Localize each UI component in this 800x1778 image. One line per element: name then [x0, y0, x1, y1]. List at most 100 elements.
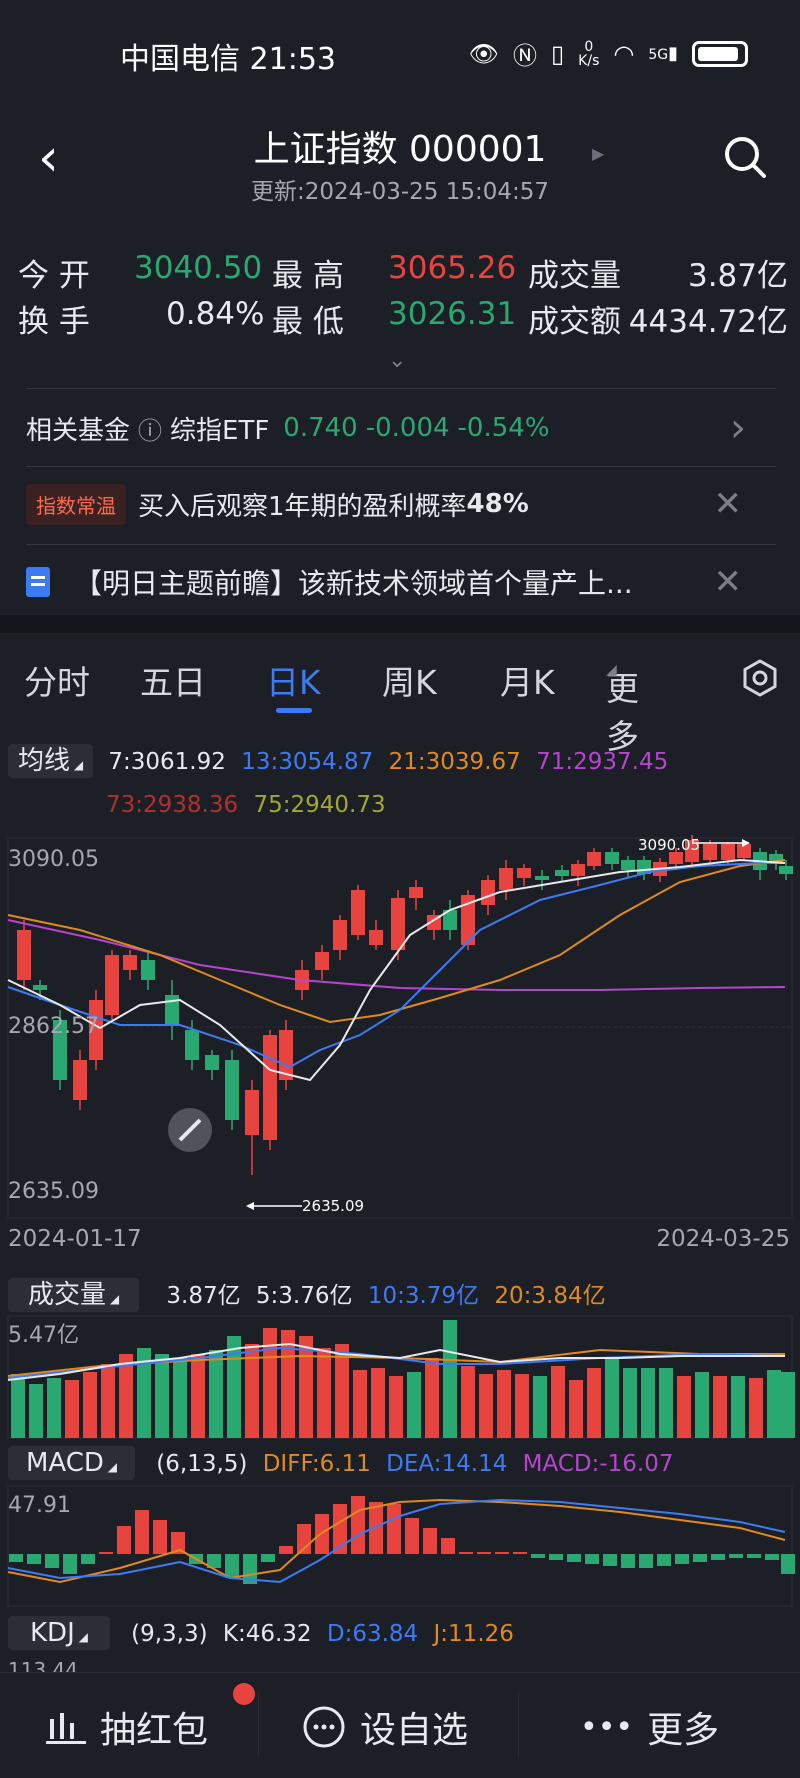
ma-legend: 均线 ◢ 7:3061.92 13:3054.87 21:3039.67 71:… [8, 740, 668, 778]
candle [535, 876, 549, 880]
close-icon[interactable]: ✕ [714, 562, 743, 602]
macd-bar [585, 1554, 599, 1564]
candle [703, 844, 717, 860]
volume-bar [317, 1348, 331, 1438]
kdj-legend: KDJ ◢ (9,3,3) K:46.32 D:63.84 J:11.26 [8, 1616, 514, 1650]
news-row[interactable]: 【明日主题前瞻】该新技术领域首个量产上... ✕ [26, 554, 776, 610]
candle [123, 955, 137, 970]
candle [499, 868, 513, 890]
related-fund-row[interactable]: 相关基金 ⓘ 综指ETF 0.740 -0.004 -0.54% › [26, 400, 776, 456]
macd-bar [495, 1552, 509, 1554]
macd-bar [657, 1554, 671, 1566]
macd-bar [639, 1554, 653, 1568]
tip-row[interactable]: 指数常温 买入后观察1年期的盈利概率 48% ✕ [26, 476, 776, 532]
info-icon[interactable]: ⓘ [138, 411, 162, 446]
more-circle-icon [303, 1706, 345, 1748]
macd-bar [693, 1554, 707, 1562]
volume-bar [173, 1358, 187, 1438]
tab-monthly-k[interactable]: 月K [500, 656, 555, 704]
macd-bar [63, 1554, 77, 1574]
ma-legend-line2: 73:2938.36 75:2940.73 [106, 792, 386, 818]
macd-bar [225, 1554, 239, 1578]
volume-bar [191, 1354, 205, 1438]
macd-bar [567, 1554, 581, 1562]
draw-tool-icon[interactable] [168, 1108, 212, 1152]
close-icon[interactable]: ✕ [714, 484, 743, 524]
volume-bar [29, 1384, 43, 1438]
volume-bar [11, 1374, 25, 1438]
update-time: 更新:2024-03-25 15:04:57 [250, 179, 550, 205]
chevron-right-icon[interactable]: › [730, 405, 746, 451]
tab-daily-k[interactable]: 日K [266, 656, 321, 704]
macd-value: MACD:-16.07 [522, 1451, 674, 1477]
macd-y-top: 47.91 [8, 1493, 71, 1518]
volume-ma20: 20:3.84亿 [494, 1283, 606, 1309]
divider [26, 466, 776, 467]
y-axis-mid-label: 2862.57 [8, 1014, 99, 1039]
volume-bar [425, 1358, 439, 1438]
low-value: 3026.31 [388, 296, 517, 332]
tab-weekly-k[interactable]: 周K [382, 656, 437, 704]
volume-bar [47, 1378, 61, 1438]
open-value: 3040.50 [134, 250, 263, 286]
bottom-action-bar: 抽红包 设自选 ••• 更多 [0, 1672, 800, 1778]
volume-chart[interactable]: 5.47亿 [0, 1314, 800, 1440]
volume-bar [83, 1372, 97, 1438]
macd-bar [441, 1538, 455, 1554]
fund-price: 0.740 [283, 413, 358, 443]
volume-bar [781, 1372, 795, 1438]
volume-bar [443, 1320, 457, 1438]
volume-bar [101, 1364, 115, 1438]
vibrate-icon: ▯ [550, 39, 565, 68]
macd-bar [477, 1552, 491, 1554]
macd-bar [675, 1554, 689, 1564]
macd-bar [711, 1554, 725, 1560]
divider [26, 388, 776, 389]
status-bar: 中国电信 21:53 👁 Ⓝ ▯ 0 K/s ◠ 5G▮ [0, 0, 800, 110]
turnover-label: 换 手 [18, 304, 90, 340]
candle [351, 890, 365, 935]
volume-bar [335, 1344, 349, 1438]
red-packet-button[interactable]: 抽红包 [46, 1701, 208, 1753]
candle [737, 844, 751, 858]
macd-bar [513, 1552, 527, 1554]
ma-select-button[interactable]: 均线 ◢ [8, 744, 94, 778]
add-watchlist-button[interactable]: 设自选 [302, 1701, 468, 1753]
kdj-select-button[interactable]: KDJ ◢ [8, 1616, 110, 1650]
macd-bar [99, 1552, 113, 1554]
volume-bar [389, 1376, 403, 1438]
macd-bar [387, 1504, 401, 1554]
macd-params: (6,13,5) [156, 1451, 248, 1477]
macd-select-button[interactable]: MACD ◢ [8, 1446, 135, 1480]
kline-chart[interactable]: 3090.05 2862.57 2635.09 3090.05 2635.09 [0, 830, 800, 1250]
fund-change: -0.004 [365, 413, 450, 443]
volume-label: 成交量 [528, 258, 621, 294]
candle [263, 1035, 277, 1140]
kdj-j: J:11.26 [433, 1621, 514, 1647]
tab-intraday[interactable]: 分时 [24, 656, 90, 704]
volume-select-button[interactable]: 成交量 ◢ [8, 1278, 140, 1312]
wifi-icon: ◠ [613, 39, 635, 68]
tab-five-day[interactable]: 五日 [140, 656, 206, 704]
candle [605, 852, 619, 864]
kdj-k: K:46.32 [222, 1621, 312, 1647]
volume-bar [407, 1372, 421, 1438]
volume-bar [767, 1370, 781, 1438]
switch-arrow-icon[interactable]: ▶ [592, 144, 604, 163]
volume-bar [551, 1366, 565, 1438]
tip-highlight: 48% [466, 489, 529, 519]
candle [409, 887, 423, 898]
candle [315, 952, 329, 970]
section-separator [0, 615, 800, 633]
fund-label: 相关基金 [26, 415, 131, 446]
settings-hexagon-icon[interactable] [740, 658, 780, 698]
macd-bar [9, 1554, 23, 1562]
macd-bar [423, 1528, 437, 1554]
volume-bar [227, 1336, 241, 1438]
search-icon[interactable] [720, 132, 770, 182]
more-button[interactable]: ••• 更多 [580, 1701, 719, 1753]
macd-chart[interactable]: 47.91 [0, 1484, 800, 1608]
header: ‹ 上证指数 000001 ▶ 更新:2024-03-25 15:04:57 [0, 110, 800, 210]
macd-bar [531, 1554, 545, 1558]
expand-chevron-icon[interactable]: ⌄ [388, 348, 406, 373]
